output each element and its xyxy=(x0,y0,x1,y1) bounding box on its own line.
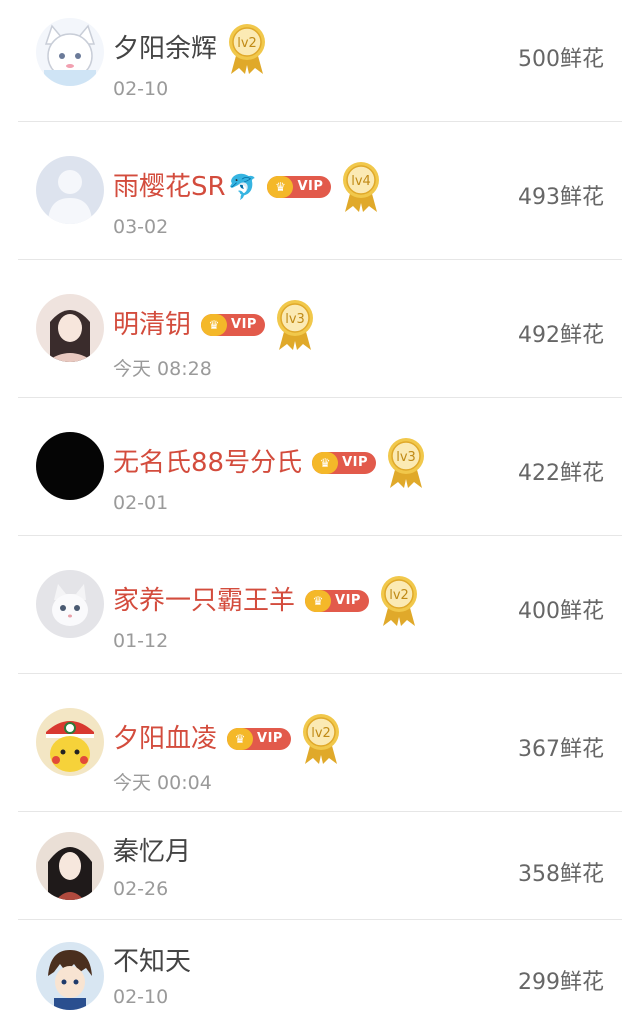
flower-ranking-list: 夕阳余辉 lv2 02-10 500鲜花 雨樱花SR 🐬 ♛ VIP lv4 0… xyxy=(0,0,640,1024)
vip-label: VIP xyxy=(257,731,283,746)
list-item[interactable]: 不知天 02-10 299鲜花 xyxy=(18,920,622,1024)
list-item[interactable]: 明清钥 ♛ VIP lv3 今天 08:28 492鲜花 xyxy=(18,260,622,398)
crown-icon: ♛ xyxy=(201,314,228,336)
user-name-row: 家养一只霸王羊 ♛ VIP lv2 xyxy=(113,574,419,628)
user-name[interactable]: 无名氏88号分氏 xyxy=(113,447,302,479)
user-name[interactable]: 明清钥 xyxy=(113,309,191,341)
level-label: lv2 xyxy=(237,36,257,51)
level-label: lv4 xyxy=(352,174,372,189)
list-item[interactable]: 无名氏88号分氏 ♛ VIP lv3 02-01 422鲜花 xyxy=(18,398,622,536)
vip-badge: ♛ VIP xyxy=(267,176,332,198)
level-label: lv3 xyxy=(285,312,305,327)
vip-label: VIP xyxy=(297,179,324,194)
level-medal-icon: lv2 xyxy=(227,22,267,76)
list-item[interactable]: 秦忆月 02-26 358鲜花 xyxy=(18,812,622,920)
vip-label: VIP xyxy=(335,593,361,608)
user-name[interactable]: 雨樱花SR xyxy=(113,171,226,203)
list-item[interactable]: 家养一只霸王羊 ♛ VIP lv2 01-12 400鲜花 xyxy=(18,536,622,674)
crown-icon: ♛ xyxy=(305,590,332,612)
flower-count: 500鲜花 xyxy=(518,47,604,72)
level-medal-icon: lv2 xyxy=(301,712,341,766)
pikachu-avatar[interactable] xyxy=(36,708,104,776)
boy-avatar[interactable] xyxy=(36,942,104,1010)
user-name-row: 夕阳余辉 lv2 xyxy=(113,22,267,76)
flower-count: 422鲜花 xyxy=(518,461,604,486)
user-name-row: 不知天 xyxy=(113,946,191,978)
girl-avatar[interactable] xyxy=(36,294,104,362)
crown-icon: ♛ xyxy=(227,728,254,750)
kitten-avatar[interactable] xyxy=(36,570,104,638)
vip-badge: ♛ VIP xyxy=(227,728,291,750)
level-medal-icon: lv2 xyxy=(379,574,419,628)
flower-count: 299鲜花 xyxy=(518,970,604,995)
post-date: 今天 00:04 xyxy=(113,772,212,794)
level-medal-icon: lv3 xyxy=(386,436,426,490)
post-date: 02-10 xyxy=(113,986,169,1008)
vip-label: VIP xyxy=(231,317,257,332)
crown-icon: ♛ xyxy=(312,452,339,474)
user-name[interactable]: 家养一只霸王羊 xyxy=(113,585,295,617)
user-name[interactable]: 秦忆月 xyxy=(113,836,191,868)
vip-label: VIP xyxy=(342,455,369,470)
post-date: 今天 08:28 xyxy=(113,358,212,380)
flower-count: 492鲜花 xyxy=(518,323,604,348)
list-item[interactable]: 雨樱花SR 🐬 ♛ VIP lv4 03-02 493鲜花 xyxy=(18,122,622,260)
level-medal-icon: lv4 xyxy=(341,160,381,214)
level-label: lv2 xyxy=(311,726,331,741)
flower-count: 367鲜花 xyxy=(518,737,604,762)
post-date: 01-12 xyxy=(113,630,169,652)
user-name[interactable]: 夕阳余辉 xyxy=(113,33,217,65)
list-item[interactable]: 夕阳血凌 ♛ VIP lv2 今天 00:04 367鲜花 xyxy=(18,674,622,812)
black-avatar[interactable] xyxy=(36,432,104,500)
user-name-row: 夕阳血凌 ♛ VIP lv2 xyxy=(113,712,341,766)
user-name-row: 明清钥 ♛ VIP lv3 xyxy=(113,298,315,352)
vip-badge: ♛ VIP xyxy=(201,314,265,336)
flower-count: 493鲜花 xyxy=(518,185,604,210)
default-avatar[interactable] xyxy=(36,156,104,224)
flower-count: 358鲜花 xyxy=(518,862,604,887)
level-label: lv3 xyxy=(396,450,416,465)
level-label: lv2 xyxy=(389,588,409,603)
user-name-row: 雨樱花SR 🐬 ♛ VIP lv4 xyxy=(113,160,381,214)
user-name-row: 秦忆月 xyxy=(113,836,191,868)
lady-avatar[interactable] xyxy=(36,832,104,900)
dolphin-icon: 🐬 xyxy=(227,173,258,201)
list-item[interactable]: 夕阳余辉 lv2 02-10 500鲜花 xyxy=(18,0,622,122)
user-name[interactable]: 夕阳血凌 xyxy=(113,723,217,755)
crown-icon: ♛ xyxy=(267,176,294,198)
post-date: 02-26 xyxy=(113,878,169,900)
white-cat-avatar[interactable] xyxy=(36,18,104,86)
post-date: 02-10 xyxy=(113,78,169,100)
post-date: 02-01 xyxy=(113,492,169,514)
user-name-row: 无名氏88号分氏 ♛ VIP lv3 xyxy=(113,436,426,490)
vip-badge: ♛ VIP xyxy=(312,452,377,474)
post-date: 03-02 xyxy=(113,216,169,238)
user-name[interactable]: 不知天 xyxy=(113,946,191,978)
vip-badge: ♛ VIP xyxy=(305,590,369,612)
flower-count: 400鲜花 xyxy=(518,599,604,624)
level-medal-icon: lv3 xyxy=(275,298,315,352)
